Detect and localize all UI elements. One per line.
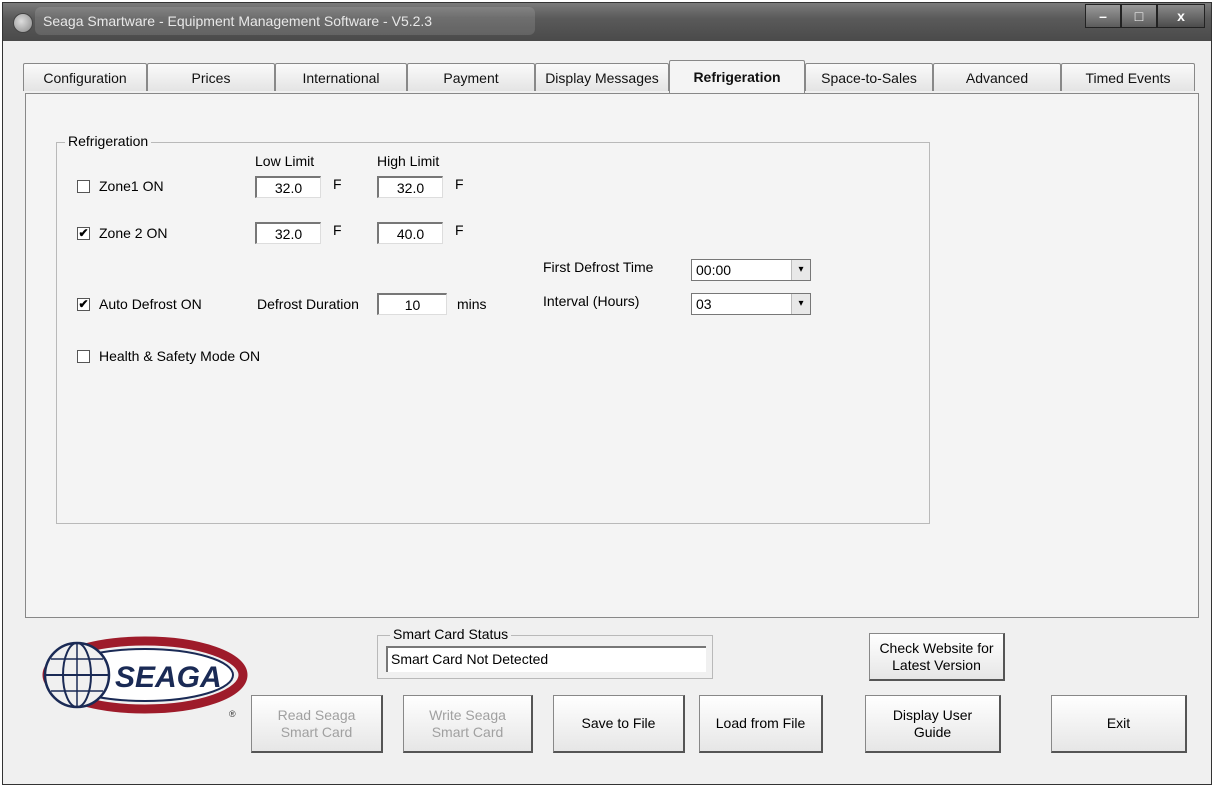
smart-card-status-field: Smart Card Not Detected [386,646,706,672]
tab-prices[interactable]: Prices [147,63,275,91]
seaga-logo-graphic: SEAGA ® [42,636,248,719]
auto-defrost-label: Auto Defrost ON [99,296,202,312]
first-defrost-label: First Defrost Time [543,259,654,275]
save-to-file-button[interactable]: Save to File [553,695,685,753]
zone1-low-field[interactable]: 32.0 [255,176,321,198]
app-globe-icon [13,13,33,33]
read-smart-card-button[interactable]: Read Seaga Smart Card [251,695,383,753]
zone1-low-unit: F [333,176,342,192]
window-title: Seaga Smartware - Equipment Management S… [43,13,433,29]
tab-payment[interactable]: Payment [407,63,535,91]
interval-select[interactable]: 03 ▾ [691,293,811,315]
display-user-guide-button[interactable]: Display User Guide [865,695,1001,753]
smart-card-status-group: Smart Card Status Smart Card Not Detecte… [377,626,713,679]
interval-value: 03 [696,296,712,312]
health-safety-checkbox[interactable] [77,350,90,363]
auto-defrost-checkbox[interactable]: ✔ [77,298,90,311]
exit-button[interactable]: Exit [1051,695,1187,753]
seaga-logo: SEAGA ® [37,625,249,725]
zone1-high-field[interactable]: 32.0 [377,176,443,198]
minimize-button[interactable]: – [1085,4,1121,28]
zone1-checkbox[interactable] [77,180,90,193]
load-from-file-button[interactable]: Load from File [699,695,823,753]
window-controls: – □ x [1085,4,1205,28]
tab-refrigeration[interactable]: Refrigeration [669,60,805,93]
zone2-low-field[interactable]: 32.0 [255,222,321,244]
zone2-high-unit: F [455,222,464,238]
refrigeration-group-title: Refrigeration [65,133,152,149]
tab-international[interactable]: International [275,63,407,91]
tab-space-to-sales[interactable]: Space-to-Sales [805,63,933,91]
interval-label: Interval (Hours) [543,293,640,309]
logo-text: SEAGA [115,661,222,694]
tab-advanced[interactable]: Advanced [933,63,1061,91]
defrost-duration-unit: mins [457,296,487,312]
first-defrost-value: 00:00 [696,262,732,278]
write-smart-card-button[interactable]: Write Seaga Smart Card [403,695,533,753]
health-safety-label: Health & Safety Mode ON [99,348,261,364]
low-limit-header: Low Limit [255,153,315,169]
tab-display-messages[interactable]: Display Messages [535,63,669,91]
zone2-high-field[interactable]: 40.0 [377,222,443,244]
zone2-label: Zone 2 ON [99,225,168,241]
dropdown-arrow-icon[interactable]: ▾ [791,294,810,314]
main-window: Seaga Smartware - Equipment Management S… [2,2,1212,785]
high-limit-header: High Limit [377,153,440,169]
zone2-checkbox[interactable]: ✔ [77,227,90,240]
defrost-duration-label: Defrost Duration [257,296,359,312]
zone1-high-unit: F [455,176,464,192]
tab-timed-events[interactable]: Timed Events [1061,63,1195,91]
maximize-button[interactable]: □ [1121,4,1157,28]
check-website-button[interactable]: Check Website for Latest Version [869,633,1005,681]
dropdown-arrow-icon[interactable]: ▾ [791,260,810,280]
defrost-duration-field[interactable]: 10 [377,293,447,315]
zone1-label: Zone1 ON [99,178,164,194]
tab-configuration[interactable]: Configuration [23,63,147,91]
close-button[interactable]: x [1157,4,1205,28]
smart-card-status-title: Smart Card Status [390,626,512,642]
title-bar: Seaga Smartware - Equipment Management S… [3,3,1211,41]
refrigeration-group: Refrigeration [56,133,930,524]
zone2-low-unit: F [333,222,342,238]
logo-registered-mark: ® [229,709,236,719]
first-defrost-select[interactable]: 00:00 ▾ [691,259,811,281]
